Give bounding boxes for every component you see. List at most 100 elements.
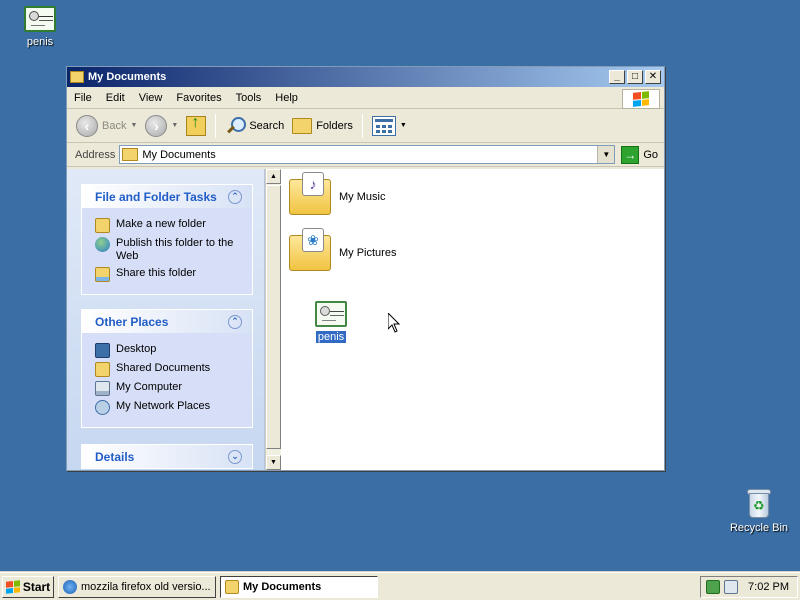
menu-favorites[interactable]: Favorites	[169, 87, 228, 109]
scroll-down-icon[interactable]: ▼	[266, 455, 281, 470]
security-center-icon[interactable]	[706, 579, 720, 594]
file-label: My Music	[339, 191, 386, 203]
menu-tools[interactable]: Tools	[229, 87, 269, 109]
panel-header[interactable]: Other Places ⌃	[82, 310, 252, 333]
go-label: Go	[643, 148, 658, 161]
dragging-icon[interactable]: penis	[308, 301, 354, 343]
forward-arrow-icon: ›	[145, 114, 168, 137]
title-bar[interactable]: My Documents _ □ ✕	[67, 67, 664, 87]
taskbar-button-firefox[interactable]: mozzila firefox old versio...	[58, 575, 216, 598]
close-button[interactable]: ✕	[645, 70, 661, 84]
up-button[interactable]	[183, 113, 209, 139]
details-panel: Details ⌄	[81, 444, 253, 469]
folder-icon	[70, 71, 84, 83]
folders-button[interactable]: Folders	[289, 113, 356, 139]
toolbar-separator	[215, 113, 217, 138]
window-title: My Documents	[88, 71, 167, 83]
file-item-my-music[interactable]: ♪ My Music	[289, 172, 386, 215]
menu-file[interactable]: File	[67, 87, 99, 109]
back-label: Back	[102, 119, 127, 132]
system-tray: 7:02 PM	[700, 575, 798, 598]
panel-title: File and Folder Tasks	[95, 189, 217, 204]
mouse-cursor-icon	[388, 313, 400, 333]
desktop-icon-recycle-bin[interactable]: ♻ Recycle Bin	[724, 488, 794, 534]
other-places-panel: Other Places ⌃ Desktop Shared Documents …	[81, 309, 253, 428]
panel-header[interactable]: File and Folder Tasks ⌃	[82, 185, 252, 208]
chevron-down-icon: ▼	[399, 122, 407, 129]
task-make-new-folder[interactable]: Make a new folder	[95, 218, 244, 233]
toolbar: ‹ Back ▼ › ▼ Search Folders ▼	[67, 109, 664, 143]
panel-title: Other Places	[95, 314, 169, 329]
menu-edit[interactable]: Edit	[99, 87, 132, 109]
windows-logo-icon	[622, 89, 660, 109]
place-label: My Network Places	[116, 400, 211, 412]
search-icon	[225, 116, 247, 136]
expand-icon[interactable]: ⌄	[228, 449, 242, 464]
toolbar-separator	[361, 113, 363, 138]
task-label: Make a new folder	[116, 218, 206, 230]
pictures-folder-icon: ❀	[289, 228, 331, 271]
chevron-down-icon[interactable]: ▼	[171, 122, 178, 129]
shared-folder-icon	[95, 362, 110, 377]
panel-header[interactable]: Details ⌄	[82, 445, 252, 468]
start-button[interactable]: Start	[2, 575, 54, 598]
scroll-up-icon[interactable]: ▲	[266, 169, 281, 184]
clock[interactable]: 7:02 PM	[748, 581, 789, 593]
chevron-down-icon[interactable]: ▼	[130, 122, 137, 129]
browser-icon	[63, 579, 77, 594]
place-desktop[interactable]: Desktop	[95, 343, 244, 358]
place-shared-documents[interactable]: Shared Documents	[95, 362, 244, 377]
collapse-icon[interactable]: ⌃	[228, 189, 242, 204]
task-pane-scrollbar[interactable]: ▲ ▼	[265, 169, 281, 470]
taskbar-button-label: My Documents	[243, 580, 322, 593]
address-field[interactable]: My Documents ▼	[119, 145, 616, 164]
collapse-icon[interactable]: ⌃	[228, 314, 242, 329]
desktop-icon-penis[interactable]: penis	[5, 6, 75, 48]
menu-help[interactable]: Help	[268, 87, 305, 109]
address-value: My Documents	[142, 148, 216, 161]
place-my-network-places[interactable]: My Network Places	[95, 400, 244, 415]
go-arrow-icon: →	[621, 145, 640, 164]
go-button[interactable]: → Go	[621, 145, 658, 164]
dragging-label: penis	[315, 331, 347, 343]
new-folder-icon	[95, 218, 110, 233]
certificate-icon	[24, 6, 56, 32]
explorer-window: My Documents _ □ ✕ File Edit View Favori…	[66, 66, 665, 471]
forward-button[interactable]: › ▼	[142, 113, 181, 139]
menu-view[interactable]: View	[132, 87, 170, 109]
desktop-icon-label: penis	[26, 36, 54, 48]
search-button[interactable]: Search	[222, 113, 287, 139]
back-arrow-icon: ‹	[76, 114, 98, 137]
panel-title: Details	[95, 449, 135, 464]
taskbar-button-label: mozzila firefox old versio...	[81, 580, 211, 593]
task-share-folder[interactable]: Share this folder	[95, 267, 244, 282]
file-item-my-pictures[interactable]: ❀ My Pictures	[289, 228, 396, 271]
task-label: Publish this folder to the Web	[116, 237, 234, 262]
views-icon	[371, 115, 396, 136]
desktop-icon-label: Recycle Bin	[729, 522, 789, 534]
address-dropdown-button[interactable]: ▼	[597, 146, 615, 163]
place-label: My Computer	[116, 381, 183, 393]
maximize-button[interactable]: □	[627, 70, 643, 84]
certificate-icon	[315, 301, 347, 327]
back-button[interactable]: ‹ Back ▼	[73, 113, 140, 139]
desktop-icon	[95, 343, 110, 358]
network-connection-icon[interactable]	[724, 579, 738, 594]
folders-label: Folders	[316, 119, 353, 132]
music-folder-icon: ♪	[289, 172, 331, 215]
menu-bar: File Edit View Favorites Tools Help	[67, 87, 664, 109]
computer-icon	[95, 381, 110, 396]
task-label: Share this folder	[116, 267, 197, 279]
place-my-computer[interactable]: My Computer	[95, 381, 244, 396]
views-button[interactable]: ▼	[369, 113, 410, 139]
minimize-button[interactable]: _	[609, 70, 625, 84]
folder-icon	[122, 148, 139, 161]
network-icon	[95, 400, 110, 415]
recycle-bin-icon: ♻	[746, 488, 772, 518]
file-folder-tasks-panel: File and Folder Tasks ⌃ Make a new folde…	[81, 184, 253, 295]
folders-icon	[292, 117, 313, 134]
taskbar-button-my-documents[interactable]: My Documents	[220, 575, 378, 598]
scroll-thumb[interactable]	[266, 185, 281, 449]
content-area: File and Folder Tasks ⌃ Make a new folde…	[67, 169, 664, 470]
task-publish-folder[interactable]: Publish this folder to the Web	[95, 237, 244, 263]
